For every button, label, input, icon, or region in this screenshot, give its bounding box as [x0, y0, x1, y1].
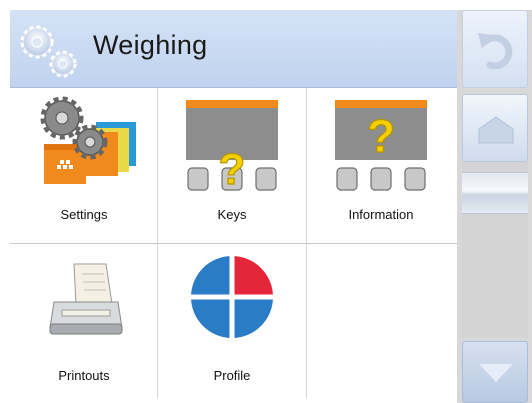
tile-profile[interactable]: Profile	[158, 244, 306, 399]
printer-icon	[49, 263, 123, 335]
tile-printouts[interactable]: Printouts	[10, 244, 158, 399]
home-button[interactable]	[462, 94, 528, 162]
undo-arrow-icon	[478, 33, 513, 69]
tile-keys-label: Keys	[217, 207, 247, 222]
menu-grid: Settings ? Keys ? Information Printouts …	[10, 88, 457, 398]
tile-profile-label: Profile	[213, 368, 251, 383]
tile-information[interactable]: ? Information	[307, 88, 455, 243]
settings-gears-icon	[40, 96, 136, 184]
back-button[interactable]	[462, 10, 528, 88]
tile-empty	[307, 244, 455, 399]
down-arrow-icon	[479, 364, 513, 382]
page-title: Weighing	[93, 30, 208, 60]
svg-text:?: ?	[219, 145, 246, 194]
tile-printouts-label: Printouts	[58, 368, 110, 383]
scroll-thumb-icon[interactable]	[462, 172, 528, 214]
scroll-track[interactable]	[462, 162, 528, 338]
keys-help-icon: ?	[186, 100, 278, 194]
tile-settings-label: Settings	[60, 207, 108, 222]
right-navigation-bar	[457, 10, 532, 403]
scroll-down-button[interactable]	[462, 341, 528, 403]
tile-settings[interactable]: Settings	[10, 88, 158, 243]
tile-information-label: Information	[348, 207, 414, 222]
gears-icon	[20, 25, 77, 78]
home-icon	[478, 116, 514, 144]
window-header: Weighing	[10, 10, 457, 88]
svg-text:?: ?	[367, 110, 395, 162]
profile-pie-icon	[189, 254, 275, 340]
information-help-icon: ?	[335, 100, 427, 191]
tile-keys[interactable]: ? Keys	[158, 88, 306, 243]
